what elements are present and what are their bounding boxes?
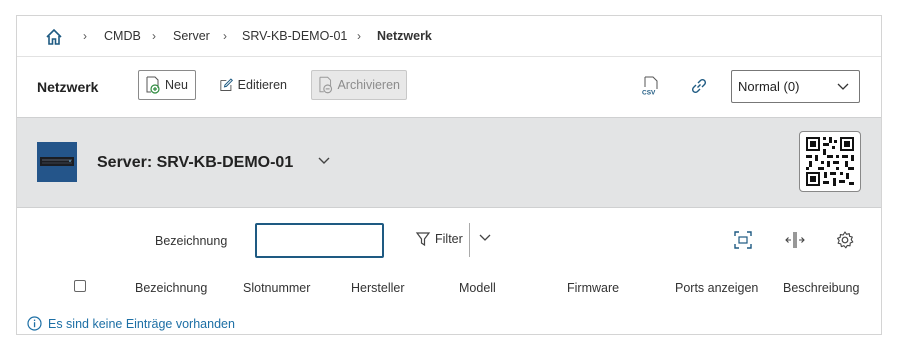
column-header-slotnummer[interactable]: Slotnummer [243, 281, 310, 295]
plus-circle-icon [146, 76, 160, 94]
breadcrumb-object[interactable]: SRV-KB-DEMO-01 [242, 29, 347, 43]
chevron-down-icon[interactable] [317, 156, 331, 166]
svg-text:CSV: CSV [642, 90, 656, 97]
csv-export-icon[interactable]: CSV [641, 76, 661, 96]
home-icon[interactable] [45, 28, 63, 46]
funnel-icon [415, 232, 431, 247]
main-frame: › CMDB › Server › SRV-KB-DEMO-01 › Netzw… [16, 15, 882, 335]
link-icon[interactable] [689, 76, 709, 96]
archive-button[interactable]: Archivieren [311, 70, 407, 100]
column-width-icon[interactable] [785, 230, 805, 250]
search-input[interactable] [255, 223, 384, 258]
breadcrumb: › CMDB › Server › SRV-KB-DEMO-01 › Netzw… [17, 16, 881, 56]
column-header-bezeichnung[interactable]: Bezeichnung [135, 281, 207, 295]
column-header-ports-anzeigen[interactable]: Ports anzeigen [675, 281, 758, 295]
view-select[interactable]: Normal (0) [731, 70, 860, 103]
divider [469, 223, 470, 257]
new-button-label: Neu [165, 78, 188, 92]
server-image [37, 142, 77, 182]
filter-field-label: Bezeichnung [155, 234, 228, 248]
empty-state-text: Es sind keine Einträge vorhanden [48, 316, 235, 331]
toolbar: Netzwerk Neu Editieren Archivieren CSV N… [17, 57, 881, 116]
breadcrumb-current: Netzwerk [377, 29, 432, 43]
archive-icon [319, 76, 333, 94]
column-header-modell[interactable]: Modell [459, 281, 496, 295]
filter-row: Bezeichnung Filter [17, 209, 881, 269]
archive-button-label: Archivieren [337, 78, 400, 92]
object-banner: Server: SRV-KB-DEMO-01 [17, 117, 881, 208]
breadcrumb-cmdb[interactable]: CMDB [104, 29, 141, 43]
chevron-right-icon: › [223, 29, 227, 43]
qr-code-icon[interactable] [799, 131, 861, 192]
empty-state-message: Es sind keine Einträge vorhanden [27, 316, 235, 331]
view-select-value: Normal (0) [738, 79, 800, 94]
column-header-hersteller[interactable]: Hersteller [351, 281, 405, 295]
chevron-down-icon [837, 83, 849, 90]
filter-button[interactable]: Filter [415, 231, 463, 247]
column-header-beschreibung[interactable]: Beschreibung [783, 281, 859, 295]
gear-icon[interactable] [835, 230, 855, 250]
new-button[interactable]: Neu [138, 70, 196, 100]
edit-icon [220, 78, 233, 91]
breadcrumb-server[interactable]: Server [173, 29, 210, 43]
chevron-right-icon: › [357, 29, 361, 43]
fullscreen-icon[interactable] [733, 230, 753, 250]
filter-button-label: Filter [435, 232, 463, 246]
object-title: Server: SRV-KB-DEMO-01 [97, 154, 294, 171]
chevron-right-icon: › [152, 29, 156, 43]
info-icon [27, 316, 42, 331]
column-header-firmware[interactable]: Firmware [567, 281, 619, 295]
table-header: Bezeichnung Slotnummer Hersteller Modell… [17, 279, 881, 299]
page-title: Netzwerk [37, 79, 99, 95]
select-all-checkbox[interactable] [74, 280, 86, 292]
chevron-right-icon: › [83, 29, 87, 43]
edit-button[interactable]: Editieren [213, 70, 293, 100]
chevron-down-icon[interactable] [479, 232, 491, 242]
edit-button-label: Editieren [237, 78, 287, 92]
